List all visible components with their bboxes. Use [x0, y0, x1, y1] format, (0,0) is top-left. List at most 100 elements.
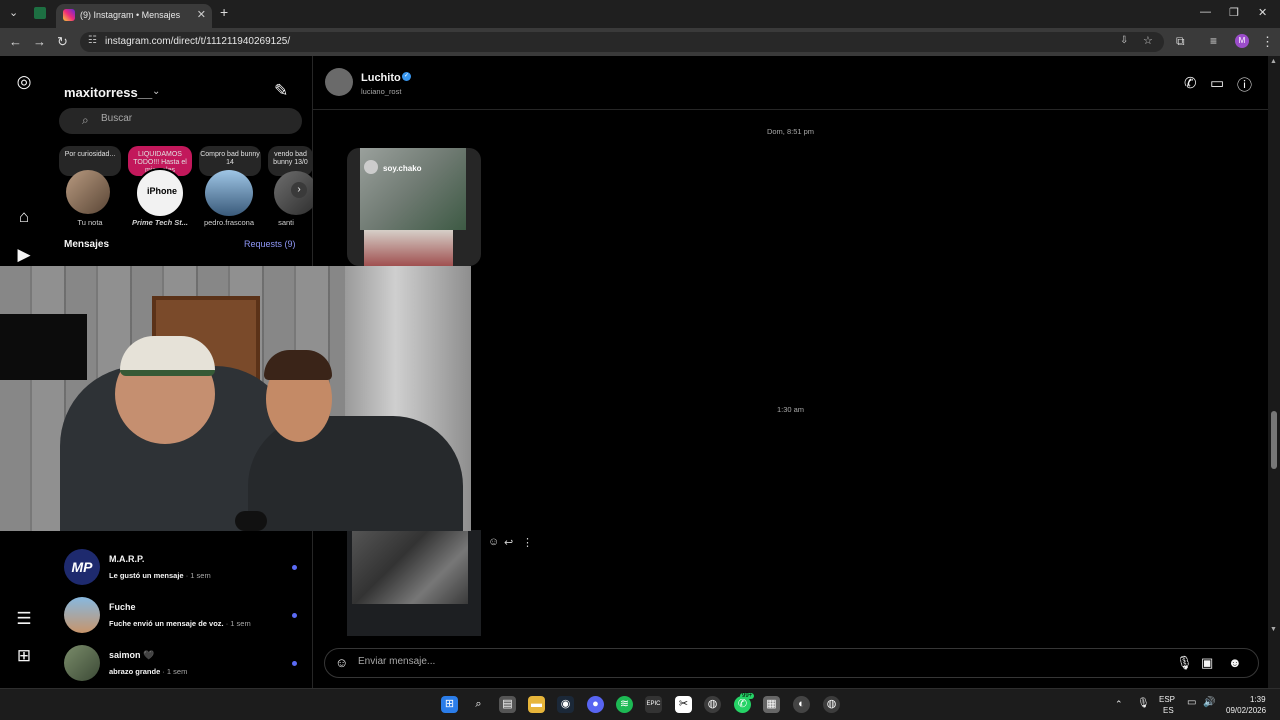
image-upload-icon[interactable]: ▣ [1201, 655, 1213, 671]
post-thumbnail [360, 148, 466, 230]
site-info-icon[interactable]: ☷ [88, 35, 97, 46]
unread-dot [292, 613, 297, 618]
info-icon[interactable]: ⓘ [1237, 74, 1252, 95]
chevron-down-icon[interactable]: ⌄ [152, 86, 160, 97]
chrome-icon[interactable]: ◍ [704, 696, 721, 713]
conversation-name: saimon 🖤 [109, 650, 155, 660]
verified-badge-icon: ✓ [402, 72, 411, 81]
react-emoji-icon[interactable]: ☺ [488, 536, 499, 548]
profile-avatar[interactable]: M [1235, 34, 1249, 48]
reload-icon[interactable]: ↻ [57, 34, 68, 50]
file-explorer-icon[interactable]: ▬ [528, 696, 545, 713]
scroll-up-icon[interactable]: ▲ [1270, 58, 1277, 65]
chat-contact-name[interactable]: Luchito [361, 72, 401, 84]
message-composer: ☺ 🎙 ▣ ☻ [324, 648, 1259, 678]
list-item[interactable]: saimon 🖤 abrazo grande · 1 sem [64, 645, 304, 685]
menu-kebab-icon[interactable]: ⋮ [1261, 34, 1274, 50]
clock-time[interactable]: 1:39 [1250, 695, 1266, 704]
avatar[interactable] [205, 170, 253, 216]
scroll-down-icon[interactable]: ▼ [1270, 626, 1277, 633]
back-icon[interactable]: ← [9, 34, 22, 49]
home-icon[interactable]: ⌂ [14, 207, 34, 227]
store-icon[interactable]: ▤ [499, 696, 516, 713]
scrollbar-thumb[interactable] [1271, 411, 1277, 469]
chrome-profile-icon[interactable]: ◍ [823, 696, 840, 713]
show-hidden-icons-chevron-icon[interactable]: ⌃ [1115, 699, 1123, 710]
whatsapp-badge: 99+ [740, 693, 755, 699]
bookmark-star-icon[interactable]: ☆ [1143, 34, 1153, 47]
story-name: Tu nota [77, 218, 103, 227]
requests-link[interactable]: Requests (9) [244, 239, 296, 249]
shared-post-message[interactable]: soy.chako [347, 148, 481, 266]
page-scrollbar[interactable]: ▲ ▼ [1268, 56, 1280, 688]
epic-games-icon[interactable]: EPIC [645, 696, 662, 713]
list-item[interactable]: Fuche Fuche envió un mensaje de voz. · 1… [64, 597, 304, 637]
obs-icon[interactable]: ◐ [793, 696, 810, 713]
webcam-hair [264, 350, 332, 380]
avatar [364, 160, 378, 174]
more-options-icon[interactable]: ⋮ [522, 536, 533, 549]
account-username[interactable]: maxitorress__ [64, 85, 152, 100]
new-tab-icon[interactable]: + [220, 4, 228, 20]
network-icon[interactable]: ▭ [1187, 697, 1196, 708]
conversation-preview: Fuche envió un mensaje de voz. · 1 sem [109, 619, 251, 628]
avatar[interactable] [66, 170, 110, 214]
reply-icon[interactable]: ↩ [504, 536, 513, 549]
message-input[interactable] [358, 656, 1138, 667]
avatar[interactable]: iPhone [135, 168, 185, 218]
instagram-favicon-icon [63, 9, 75, 21]
also-from-meta-icon[interactable]: ⊞ [14, 646, 34, 666]
windows-start-icon[interactable]: ⊞ [441, 696, 458, 713]
excel-tab-icon[interactable] [34, 7, 46, 19]
search-icon[interactable]: ⌕ [470, 696, 487, 713]
search-icon: ⌕ [82, 113, 89, 127]
media-controls-icon[interactable]: ≡ [1210, 34, 1217, 48]
messages-heading: Mensajes [64, 239, 110, 250]
volume-icon[interactable]: 🔊 [1203, 697, 1215, 708]
discord-icon[interactable]: ● [587, 696, 604, 713]
tab-instagram[interactable]: (9) Instagram • Mensajes ✕ [56, 4, 212, 28]
unread-dot [292, 661, 297, 666]
shared-reel-message[interactable] [347, 530, 481, 636]
video-call-icon[interactable]: ▭ [1210, 74, 1224, 92]
maximize-icon[interactable]: ❐ [1229, 6, 1239, 19]
search-box[interactable]: ⌕ [59, 108, 302, 134]
conversation-preview: Le gustó un mensaje · 1 sem [109, 571, 211, 580]
instagram-logo-icon[interactable]: ◎ [14, 72, 34, 92]
emoji-picker-icon[interactable]: ☺ [335, 655, 348, 670]
tab-title: (9) Instagram • Mensajes [80, 10, 181, 20]
message-timestamp: Dom, 8:51 pm [766, 127, 815, 136]
extensions-icon[interactable]: ⧉ [1176, 34, 1185, 49]
webcam-cap [120, 336, 215, 376]
search-input[interactable] [101, 113, 291, 124]
sticker-icon[interactable]: ☻ [1228, 655, 1242, 670]
microphone-tray-icon[interactable]: 🎙 [1137, 698, 1150, 709]
language-bottom[interactable]: ES [1163, 706, 1174, 715]
minimize-icon[interactable]: — [1200, 6, 1211, 18]
microphone-icon[interactable]: 🎙 [1176, 655, 1193, 671]
capcut-icon[interactable]: ✂ [675, 696, 692, 713]
address-bar[interactable]: ☷ instagram.com/direct/t/111211940269125… [80, 32, 1164, 52]
more-menu-icon[interactable]: ☰ [14, 609, 34, 629]
list-item[interactable]: MP M.A.R.P. Le gustó un mensaje · 1 sem [64, 549, 304, 589]
chevron-right-icon[interactable]: › [291, 182, 307, 198]
tab-list-chevron-icon[interactable]: ⌄ [9, 6, 18, 19]
reels-icon[interactable]: ▶ [14, 245, 34, 265]
install-app-icon[interactable]: ⇩ [1120, 35, 1128, 46]
close-tab-icon[interactable]: ✕ [197, 8, 206, 21]
close-window-icon[interactable]: ✕ [1258, 6, 1267, 19]
url-text: instagram.com/direct/t/111211940269125/ [105, 36, 291, 47]
steam-icon[interactable]: ◉ [557, 696, 574, 713]
forward-icon[interactable]: → [33, 34, 46, 49]
language-top[interactable]: ESP [1159, 695, 1175, 704]
avatar[interactable] [325, 68, 353, 96]
app-icon[interactable]: ▦ [763, 696, 780, 713]
chat-contact-handle: luciano_rost [361, 87, 402, 96]
spotify-icon[interactable]: ≋ [616, 696, 633, 713]
clock-date[interactable]: 09/02/2026 [1226, 706, 1266, 715]
phone-call-icon[interactable]: ✆ [1184, 74, 1197, 92]
webcam-microphone [235, 511, 267, 531]
webcam-overlay [0, 266, 471, 531]
new-message-icon[interactable]: ✎ [274, 81, 288, 101]
avatar [64, 645, 100, 681]
